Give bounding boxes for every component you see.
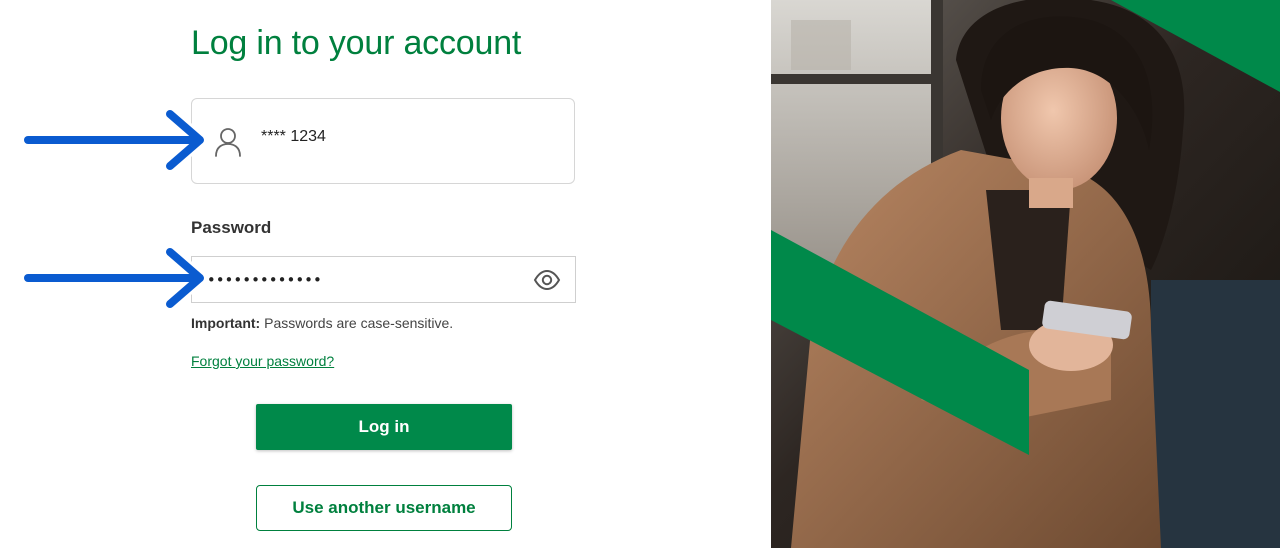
page-title: Log in to your account — [191, 24, 522, 62]
photo-illustration — [771, 0, 1280, 548]
arrow-right-icon — [21, 107, 207, 173]
user-icon — [215, 128, 241, 157]
case-sensitivity-note: Important: Passwords are case-sensitive. — [191, 315, 453, 331]
password-input[interactable] — [198, 257, 518, 302]
use-another-username-button[interactable]: Use another username — [256, 485, 512, 531]
username-card[interactable]: **** 1234 — [191, 98, 575, 184]
password-field[interactable] — [191, 256, 576, 303]
important-text: Passwords are case-sensitive. — [260, 315, 454, 331]
password-label: Password — [191, 218, 272, 237]
masked-username: **** 1234 — [261, 128, 326, 145]
forgot-password-link[interactable]: Forgot your password? — [191, 353, 334, 369]
login-button[interactable]: Log in — [256, 404, 512, 450]
important-label: Important: — [191, 315, 261, 331]
woman-with-phone-photo — [771, 0, 1280, 548]
eye-icon[interactable] — [533, 269, 561, 291]
arrow-right-icon — [21, 245, 207, 311]
